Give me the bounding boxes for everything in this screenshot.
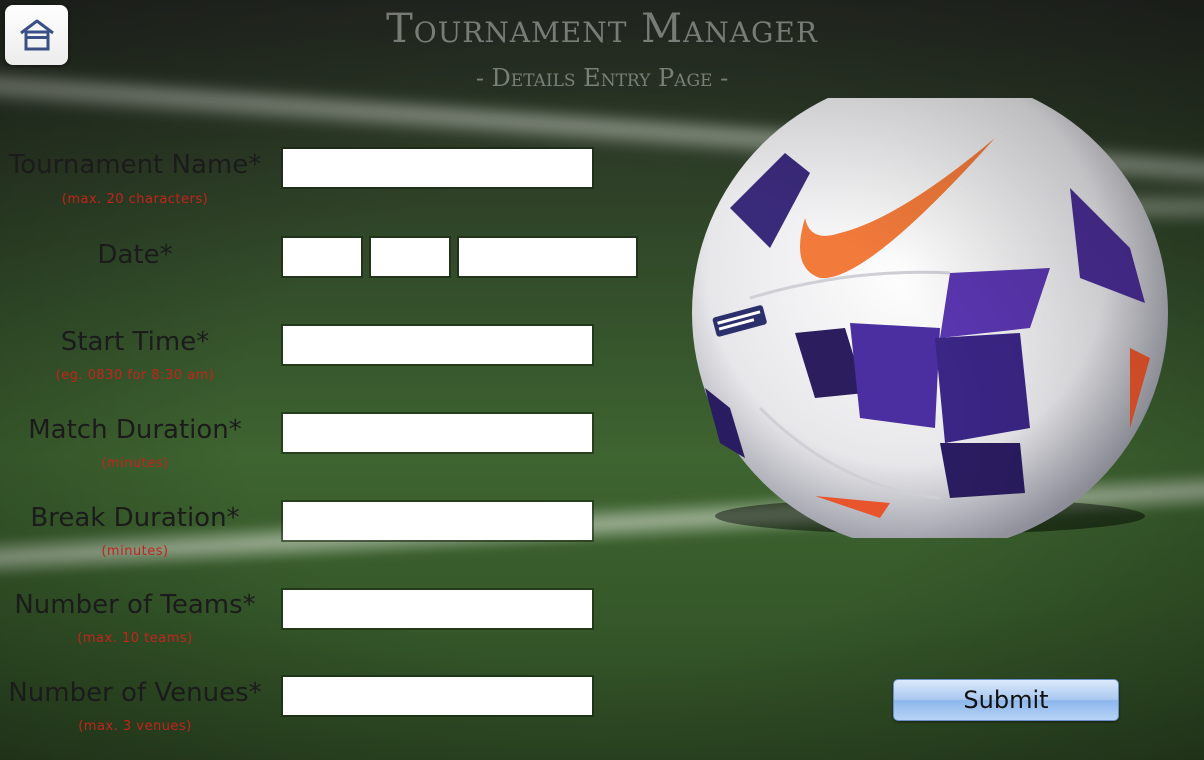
match-duration-input[interactable] xyxy=(283,414,592,452)
tournament-name-hint: (max. 20 characters) xyxy=(61,192,209,207)
date-day-input[interactable] xyxy=(283,238,361,276)
submit-button[interactable]: Submit xyxy=(893,679,1119,721)
page-subtitle: - Details Entry Page - xyxy=(475,64,729,92)
break-duration-label: Break Duration* xyxy=(30,503,240,533)
match-duration-hint: (minutes) xyxy=(101,456,169,471)
date-label: Date* xyxy=(97,240,173,270)
football-image xyxy=(692,98,1168,538)
start-time-input[interactable] xyxy=(283,326,592,364)
start-time-hint: (eg. 0830 for 8:30 am) xyxy=(55,368,215,383)
number-of-teams-hint: (max. 10 teams) xyxy=(77,631,193,646)
number-of-venues-input[interactable] xyxy=(283,677,592,715)
start-time-label: Start Time* xyxy=(60,327,210,357)
break-duration-input[interactable] xyxy=(283,502,592,540)
page-title: Tournament Manager xyxy=(386,6,818,52)
number-of-venues-hint: (max. 3 venues) xyxy=(78,719,192,734)
tournament-name-input[interactable] xyxy=(283,149,592,187)
number-of-venues-label: Number of Venues* xyxy=(8,678,262,708)
match-duration-label: Match Duration* xyxy=(28,415,242,445)
number-of-teams-label: Number of Teams* xyxy=(14,590,256,620)
tournament-name-label: Tournament Name* xyxy=(8,150,262,180)
break-duration-hint: (minutes) xyxy=(101,544,169,559)
number-of-teams-input[interactable] xyxy=(283,590,592,628)
date-month-input[interactable] xyxy=(371,238,449,276)
date-year-input[interactable] xyxy=(459,238,636,276)
